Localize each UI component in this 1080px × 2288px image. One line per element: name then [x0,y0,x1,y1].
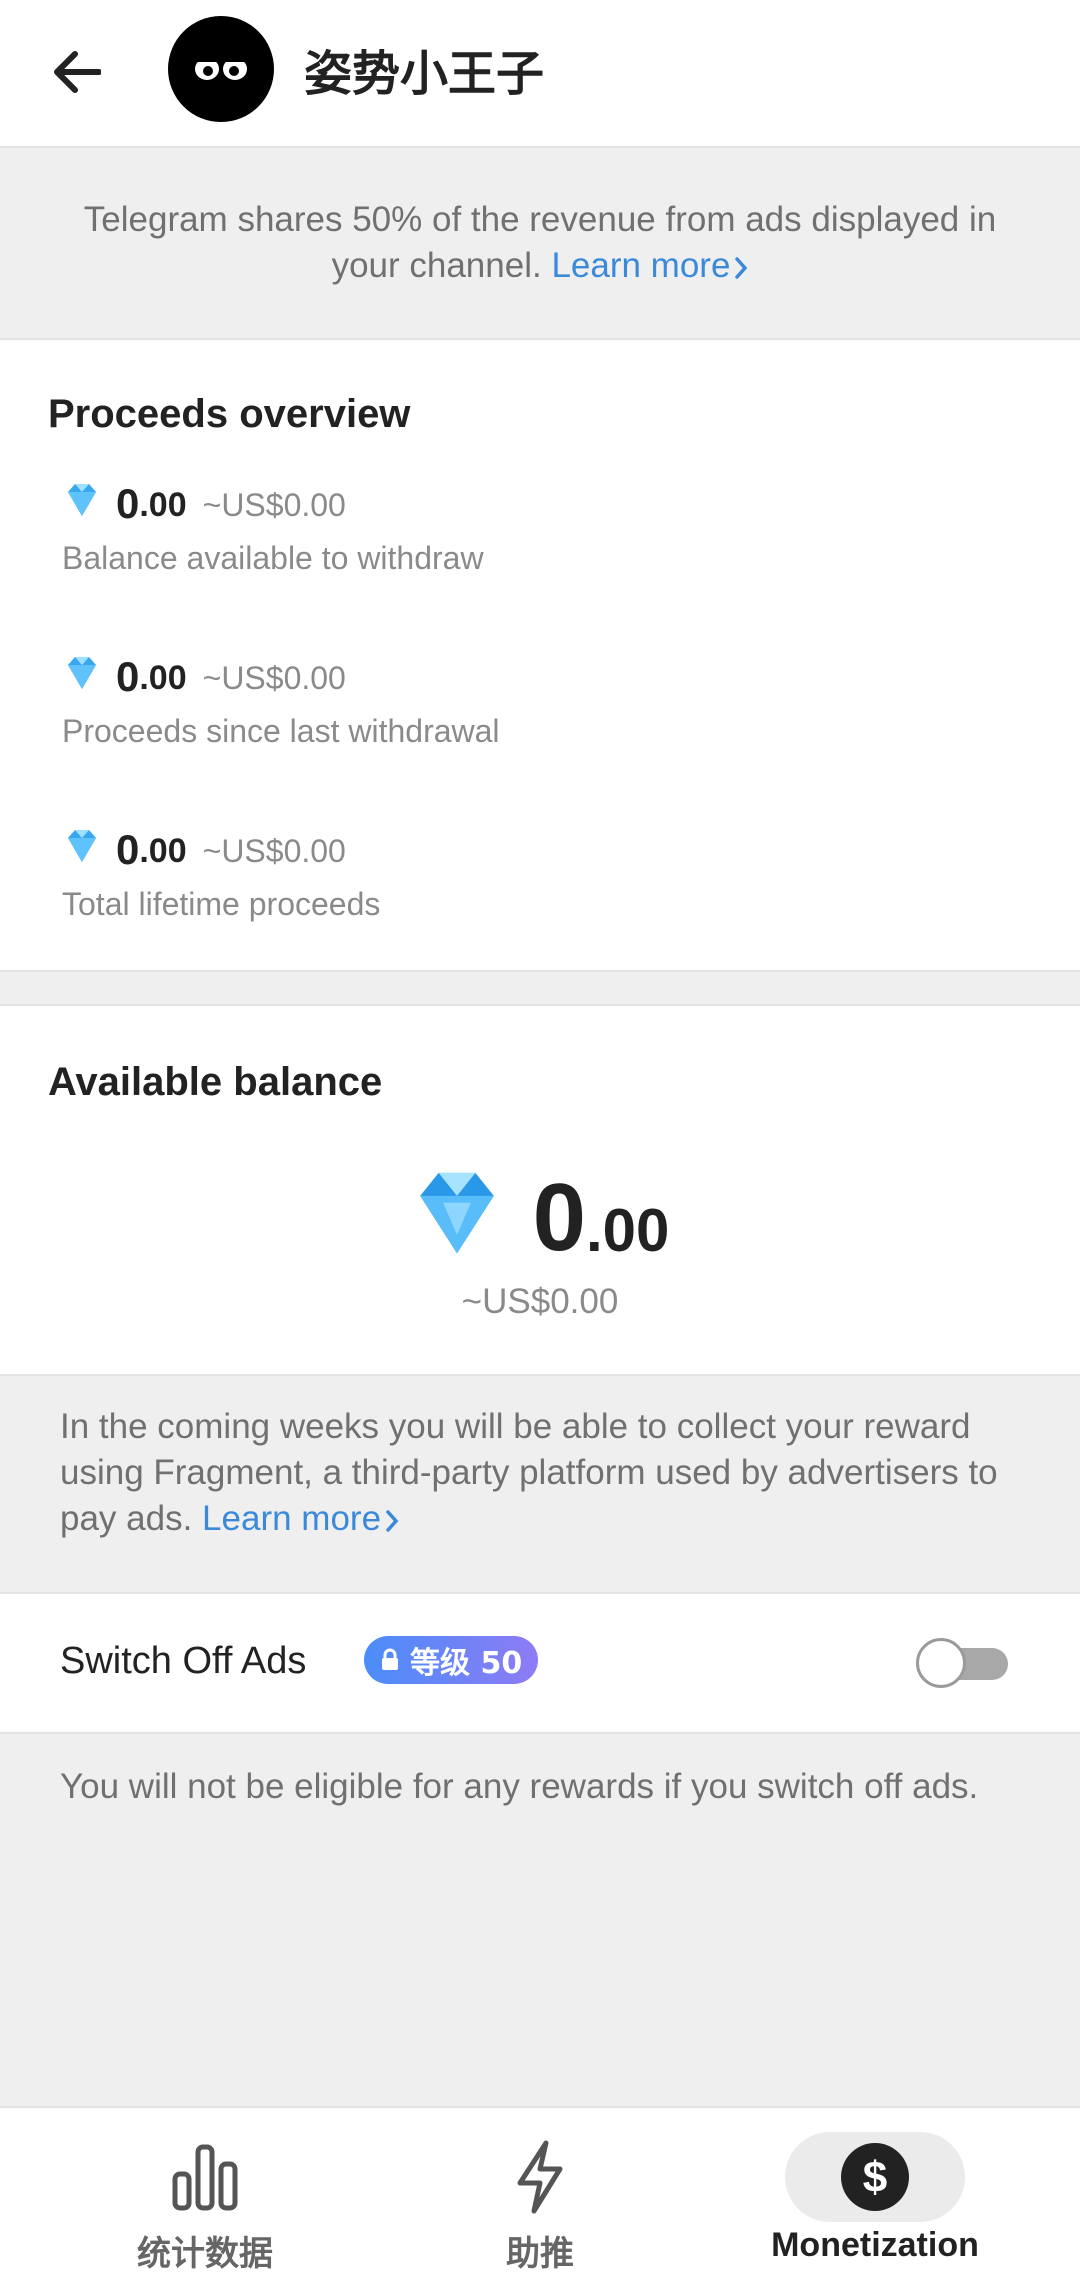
learn-more-link[interactable]: Learn more [551,246,748,285]
tab-boost[interactable]: 助推 [360,2108,720,2288]
available-balance-card: Available balance 0.00 ~US$0.00 [0,1004,1080,1376]
channel-avatar[interactable] [168,16,274,122]
tab-icon-wrap [115,2132,295,2222]
tab-label: Monetization [771,2226,979,2264]
fragment-note: In the coming weeks you will be able to … [60,1404,1020,1542]
fragment-note-text: In the coming weeks you will be able to … [60,1407,998,1538]
ton-amount-int: 0 [116,826,140,873]
usd-amount: ~US$0.00 [202,487,346,523]
bar-chart-icon [172,2144,238,2211]
ton-amount-int: 0 [116,653,140,700]
chevron-right-icon [735,257,748,279]
switch-off-ads-toggle[interactable] [916,1638,1010,1688]
proceeds-item-balance: 0.00 ~US$0.00 Balance available to withd… [62,472,1022,577]
tab-icon-wrap [450,2132,630,2222]
ton-diamond-icon [68,484,96,516]
lock-icon [382,1648,398,1670]
balance-dec: .00 [585,1197,670,1264]
available-balance-title: Available balance [48,1060,383,1104]
svg-text:$: $ [863,2153,887,2202]
ton-amount-dec: .00 [139,832,187,870]
toggle-knob [916,1638,966,1688]
tab-icon-wrap: $ [785,2132,965,2222]
chevron-right-icon [386,1510,399,1532]
lightning-icon [517,2140,563,2214]
arrow-left-icon [54,51,101,93]
level-badge-text: 等级 50 [410,1646,523,1681]
channel-title[interactable]: 姿势小王子 [304,34,544,104]
ads-note: You will not be eligible for any rewards… [60,1767,979,1806]
proceeds-item-label: Proceeds since last withdrawal [62,713,500,749]
proceeds-item-lifetime: 0.00 ~US$0.00 Total lifetime proceeds [62,818,1022,923]
fragment-learn-more-link[interactable]: Learn more [202,1499,399,1538]
learn-more-label: Learn more [551,246,731,285]
learn-more-label: Learn more [202,1499,382,1538]
tab-monetization[interactable]: $ Monetization [695,2108,1055,2288]
proceeds-overview-card: Proceeds overview 0.00 ~US$0.00 Balance … [0,340,1080,972]
ton-amount-dec: .00 [139,659,187,697]
dollar-icon: $ [841,2143,909,2211]
usd-amount: ~US$0.00 [202,660,346,696]
balance-usd: ~US$0.00 [461,1282,619,1321]
top-app-bar: 姿势小王子 [0,0,1080,148]
bottom-navigation: 统计数据 助推 $ Monetization [0,2106,1080,2288]
proceeds-item-since-withdrawal: 0.00 ~US$0.00 Proceeds since last withdr… [62,645,1022,750]
proceeds-item-label: Total lifetime proceeds [62,886,381,922]
tab-label: 助推 [506,2234,574,2274]
revenue-share-text: Telegram shares 50% of the revenue from … [83,200,997,285]
switch-off-ads-label: Switch Off Ads [60,1640,307,1682]
ton-diamond-icon [68,830,96,862]
proceeds-item-label: Balance available to withdraw [62,540,484,576]
revenue-share-banner: Telegram shares 50% of the revenue from … [0,148,1080,340]
eyes-avatar-icon [195,57,247,80]
proceeds-overview-title: Proceeds overview [48,392,411,436]
back-button[interactable] [44,40,108,104]
balance-amount: 0.00 [0,1166,1080,1266]
tab-label: 统计数据 [137,2234,273,2274]
usd-amount: ~US$0.00 [202,833,346,869]
switch-off-ads-row[interactable]: Switch Off Ads 等级 50 [0,1592,1080,1734]
ton-amount-int: 0 [116,480,140,527]
balance-int: 0 [532,1164,586,1271]
ton-diamond-icon [419,1172,494,1254]
ton-diamond-icon [68,657,96,689]
tab-statistics[interactable]: 统计数据 [25,2108,385,2288]
level-badge: 等级 50 [364,1636,539,1684]
ton-amount-dec: .00 [139,486,187,524]
